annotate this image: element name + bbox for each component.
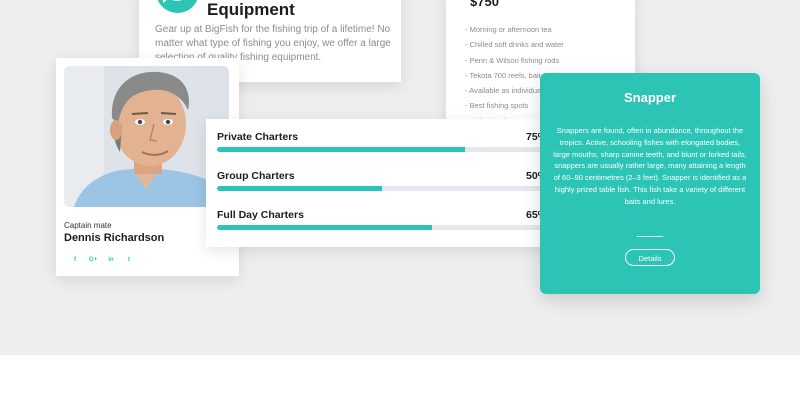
social-links: f G+ in t [66, 257, 138, 263]
fish-icon [156, 0, 199, 13]
progress-track [217, 225, 547, 230]
divider [637, 236, 663, 237]
equipment-title: Equipment [207, 0, 295, 19]
progress-label: Full Day Charters [217, 209, 304, 221]
progress-row-group: Group Charters 50% [217, 170, 547, 196]
facebook-icon[interactable]: f [66, 257, 84, 263]
captain-photo [64, 66, 229, 207]
progress-track [217, 186, 547, 191]
snapper-title: Snapper [623, 90, 676, 105]
google-plus-icon[interactable]: G+ [84, 257, 102, 263]
linkedin-icon[interactable]: in [102, 257, 120, 263]
captain-role: Captain mate [64, 221, 112, 230]
progress-row-full-day: Full Day Charters 65% [217, 209, 547, 235]
list-item: - Penn & Wilson fishing rods [465, 55, 560, 65]
list-item: - Chilled soft drinks and water [465, 40, 564, 50]
list-item: - Morning or afternoon tea [465, 25, 552, 34]
progress-row-private: Private Charters 75% [217, 131, 547, 157]
progress-fill [217, 147, 465, 152]
charters-progress-card: Private Charters 75% Group Charters 50% … [206, 119, 563, 247]
details-button[interactable]: Details [625, 249, 675, 266]
progress-fill [217, 186, 382, 191]
snapper-card: Snapper Snappers are found, often in abu… [540, 73, 760, 294]
progress-label: Private Charters [217, 131, 299, 143]
twitter-icon[interactable]: t [120, 257, 138, 263]
progress-fill [217, 225, 432, 230]
snapper-description: Snappers are found, often in abundance, … [553, 126, 747, 206]
price-amount: $750 [470, 0, 499, 9]
progress-track [217, 147, 547, 152]
captain-name: Dennis Richardson [64, 232, 165, 244]
progress-label: Group Charters [217, 170, 295, 182]
